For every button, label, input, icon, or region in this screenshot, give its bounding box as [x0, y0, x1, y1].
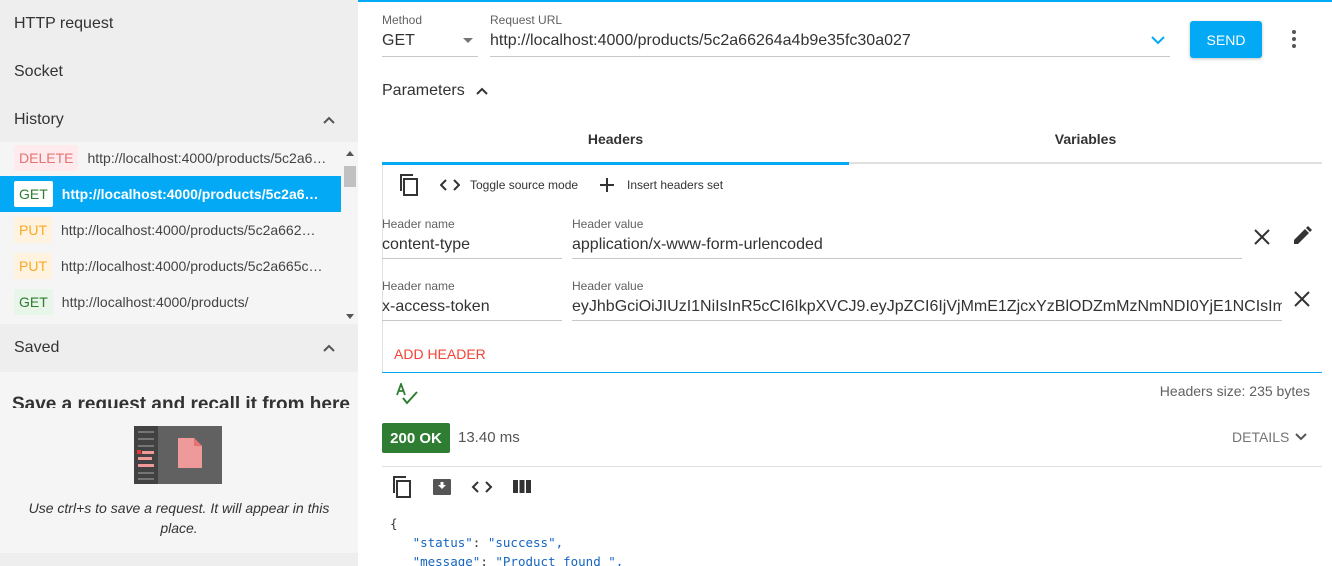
- history-item-selected[interactable]: GET http://localhost:4000/products/5c2a6…: [0, 176, 341, 212]
- tab-variables[interactable]: Variables: [849, 114, 1322, 164]
- nav-socket[interactable]: Socket: [0, 48, 358, 96]
- scroll-thumb[interactable]: [344, 166, 356, 187]
- tab-headers[interactable]: Headers: [382, 114, 849, 164]
- header-value-label: Header value: [572, 279, 644, 293]
- header-name-input[interactable]: content-type: [382, 236, 562, 254]
- url-label: Request URL: [490, 13, 563, 27]
- history-item[interactable]: PUT http://localhost:4000/products/5c2a6…: [0, 248, 341, 284]
- method-badge: PUT: [14, 253, 52, 279]
- copy-icon[interactable]: [398, 173, 420, 197]
- spellcheck-icon[interactable]: [395, 383, 419, 405]
- header-value-label: Header value: [572, 217, 644, 231]
- copy-icon[interactable]: [391, 475, 413, 499]
- details-label: DETAILS: [1232, 429, 1290, 445]
- nav-http-request[interactable]: HTTP request: [0, 0, 358, 48]
- code-icon: [440, 179, 460, 191]
- saved-empty-title: Save a request and recall it from here: [12, 394, 350, 408]
- method-badge: DELETE: [14, 145, 79, 171]
- json-brace: {: [390, 516, 398, 531]
- insert-headers-set-button[interactable]: Insert headers set: [599, 172, 723, 198]
- response-divider: [382, 466, 1322, 467]
- send-button[interactable]: SEND: [1190, 21, 1262, 58]
- json-key: "status": [412, 535, 473, 550]
- app: HTTP request Socket History DELETE http:…: [0, 0, 1332, 566]
- columns-icon[interactable]: [512, 479, 532, 494]
- save-archive-icon[interactable]: [432, 478, 452, 496]
- url-input[interactable]: http://localhost:4000/products/5c2a66264…: [490, 32, 1130, 50]
- history-scrollbar[interactable]: [341, 146, 358, 322]
- header-value-underline: [572, 320, 1282, 321]
- saved-label: Saved: [14, 339, 60, 356]
- json-value: "Product found ",: [495, 554, 624, 566]
- saved-hint: Use ctrl+s to save a request. It will ap…: [28, 500, 330, 536]
- parameters-label: Parameters: [382, 82, 465, 99]
- saved-header[interactable]: Saved: [0, 324, 358, 372]
- scroll-down-arrow-icon[interactable]: [346, 314, 354, 319]
- method-badge: GET: [14, 289, 53, 315]
- header-value-input[interactable]: eyJhbGciOiJIUzI1NiIsInR5cCI6IkpXVCJ9.eyJ…: [572, 298, 1282, 316]
- status-badge: 200 OK: [382, 423, 450, 453]
- saved-illustration-icon: [134, 426, 222, 484]
- method-dropdown-icon[interactable]: [462, 37, 474, 45]
- insert-headers-label: Insert headers set: [627, 178, 724, 192]
- chevron-down-icon: [1295, 433, 1308, 441]
- parameters-toggle[interactable]: Parameters: [382, 82, 489, 100]
- history-url: http://localhost:4000/products/: [61, 294, 249, 310]
- close-icon[interactable]: [1253, 228, 1271, 246]
- json-value: "success",: [487, 535, 564, 550]
- history-label: History: [14, 111, 64, 128]
- json-key: "message": [412, 554, 481, 566]
- toggle-source-button[interactable]: Toggle source mode: [440, 172, 578, 198]
- history-list: DELETE http://localhost:4000/products/5c…: [0, 142, 358, 324]
- header-name-label: Header name: [382, 279, 455, 293]
- history-item[interactable]: PUT http://localhost:4000/products/5c2a6…: [0, 212, 341, 248]
- method-badge: GET: [14, 181, 53, 207]
- history-url: http://localhost:4000/products/5c2a665c4…: [61, 258, 323, 274]
- method-underline: [382, 56, 478, 57]
- header-name-input[interactable]: x-access-token: [382, 298, 562, 316]
- saved-panel: Save a request and recall it from here U…: [0, 372, 358, 553]
- header-name-label: Header name: [382, 217, 455, 231]
- top-accent-line: [358, 0, 1332, 2]
- url-underline: [490, 56, 1170, 57]
- history-url: http://localhost:4000/products/5c2a66264…: [61, 222, 323, 238]
- method-label: Method: [382, 13, 423, 27]
- plus-icon: [600, 178, 614, 192]
- response-body[interactable]: { "status": "success", "message": "Produ…: [390, 514, 623, 566]
- chevron-down-icon[interactable]: [1150, 35, 1166, 47]
- header-value-input[interactable]: application/x-www-form-urlencoded: [572, 236, 1240, 254]
- chevron-up-icon[interactable]: [322, 113, 336, 127]
- history-header[interactable]: History: [0, 96, 358, 144]
- method-badge: PUT: [14, 217, 52, 243]
- history-url: http://localhost:4000/products/5c2a66264…: [87, 150, 328, 166]
- header-value-underline: [572, 258, 1242, 259]
- edit-pencil-icon[interactable]: [1292, 226, 1312, 246]
- close-icon[interactable]: [1293, 290, 1311, 308]
- response-time: 13.40 ms: [458, 429, 520, 446]
- add-header-button[interactable]: ADD HEADER: [394, 346, 486, 362]
- details-toggle[interactable]: DETAILS: [1232, 429, 1308, 445]
- history-item[interactable]: DELETE http://localhost:4000/products/5c…: [0, 142, 341, 176]
- header-name-underline: [382, 258, 562, 259]
- scroll-up-arrow-icon[interactable]: [346, 151, 354, 156]
- more-vert-icon[interactable]: [1284, 28, 1304, 50]
- code-icon[interactable]: [471, 480, 493, 494]
- toggle-source-label: Toggle source mode: [470, 178, 579, 192]
- headers-size: Headers size: 235 bytes: [1159, 383, 1310, 399]
- chevron-up-icon[interactable]: [322, 341, 336, 355]
- history-url: http://localhost:4000/products/5c2a66264…: [61, 186, 324, 202]
- history-item[interactable]: GET http://localhost:4000/products/: [0, 284, 341, 320]
- header-name-underline: [382, 320, 562, 321]
- editor-bottom-line: [382, 372, 1322, 373]
- method-select[interactable]: GET: [382, 32, 415, 50]
- chevron-up-icon: [475, 87, 488, 95]
